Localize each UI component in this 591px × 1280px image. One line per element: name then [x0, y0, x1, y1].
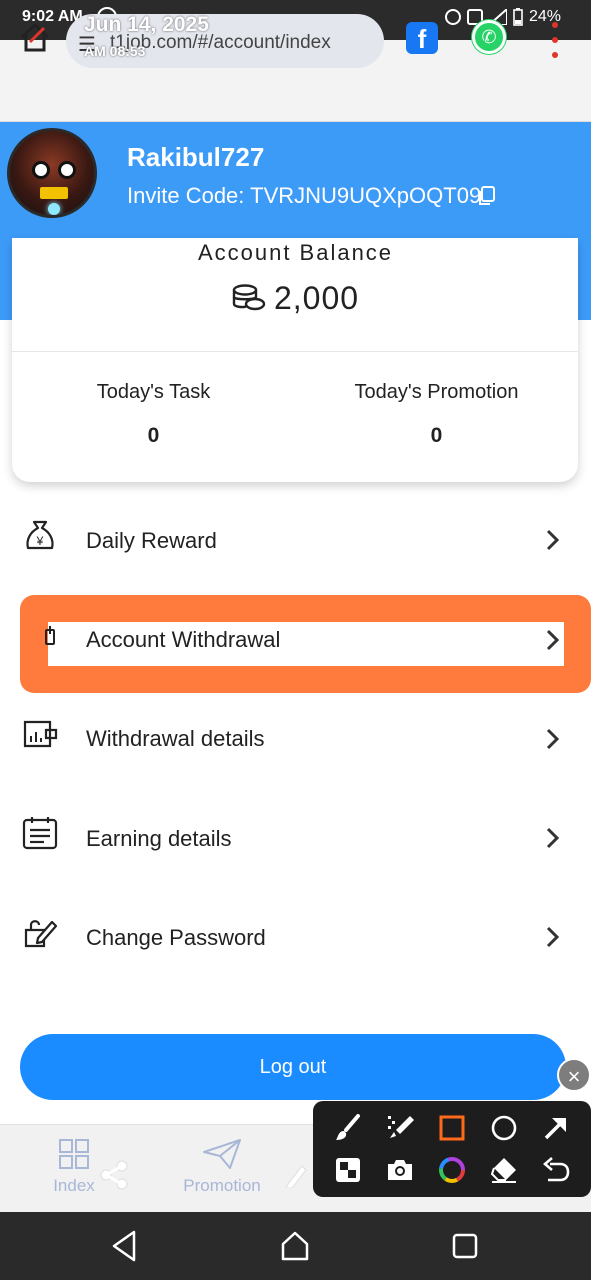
- home-nav-icon[interactable]: [279, 1228, 311, 1264]
- tab-label-index: Index: [53, 1176, 95, 1195]
- logout-button[interactable]: Log out: [20, 1034, 566, 1100]
- share-icon[interactable]: [100, 1160, 128, 1190]
- menu-label-daily-reward: Daily Reward: [86, 528, 217, 553]
- paper-plane-icon: [203, 1139, 241, 1169]
- grid-icon: [59, 1139, 89, 1169]
- menu-label-withdrawal-details: Withdrawal details: [86, 726, 265, 751]
- chevron-right-icon: [546, 926, 560, 948]
- home-icon[interactable]: [18, 20, 52, 54]
- balance-value: 2,000: [273, 280, 360, 316]
- card-divider: [12, 351, 578, 352]
- chevron-right-icon: [546, 629, 560, 651]
- menu-label-change-password: Change Password: [86, 925, 266, 950]
- balance-amount: 2,000: [0, 280, 591, 317]
- tab-label-promotion: Promotion: [183, 1176, 261, 1195]
- undo-icon[interactable]: [542, 1156, 570, 1184]
- tab-promotion[interactable]: Promotion: [162, 1138, 282, 1196]
- todays-task-label: Today's Task: [96, 381, 211, 403]
- battery-icon: [513, 8, 523, 26]
- status-icons: 24%: [444, 8, 561, 26]
- chevron-right-icon: [546, 827, 560, 849]
- wallet-icon: [23, 720, 58, 748]
- username: Rakibul727: [127, 142, 265, 172]
- menu-label-account-withdrawal: Account Withdrawal: [86, 627, 281, 652]
- mosaic-icon[interactable]: [334, 1156, 362, 1184]
- invite-label: Invite Code:: [127, 183, 251, 208]
- todays-promotion-label: Today's Promotion: [354, 381, 519, 403]
- screen: 9:02 AM ● 24% ☰ t1job.com/#/account/inde…: [0, 0, 591, 1280]
- todays-task-value: 0: [147, 424, 160, 447]
- svg-text:¥: ¥: [36, 534, 44, 548]
- marker-icon[interactable]: [386, 1114, 414, 1142]
- chevron-right-icon: [546, 728, 560, 750]
- withdraw-icon: [45, 626, 55, 645]
- invite-code: Invite Code: TVRJNU9UQXpOQT09: [127, 183, 481, 209]
- rectangle-icon[interactable]: [438, 1114, 466, 1142]
- menu-label-earning-details: Earning details: [86, 826, 232, 851]
- avatar: [7, 128, 97, 218]
- overflow-menu-icon[interactable]: [548, 22, 562, 58]
- chevron-right-icon: [546, 529, 560, 551]
- circle-icon[interactable]: [490, 1114, 518, 1142]
- whatsapp-icon[interactable]: ✆: [472, 20, 506, 54]
- invite-code-value: TVRJNU9UQXpOQT09: [250, 183, 482, 208]
- pen-icon[interactable]: [284, 1160, 308, 1188]
- camera-icon[interactable]: [386, 1156, 414, 1184]
- copy-icon[interactable]: [477, 186, 495, 206]
- recents-icon[interactable]: [449, 1228, 481, 1264]
- back-icon[interactable]: [108, 1228, 140, 1264]
- alarm-icon: [444, 9, 461, 25]
- balance-title: Account Balance: [197, 240, 394, 265]
- money-bag-icon: ¥: [26, 520, 54, 550]
- brush-icon[interactable]: [334, 1114, 362, 1142]
- close-icon[interactable]: ×: [557, 1058, 591, 1092]
- edit-lock-icon: [24, 920, 58, 948]
- timestamp-overlay-time: AM 08:53: [84, 43, 146, 59]
- calendar-list-icon: [22, 817, 58, 850]
- todays-promotion-value: 0: [430, 424, 443, 447]
- timestamp-overlay-date: Jun 14, 2025: [84, 13, 209, 36]
- coins-icon: [232, 284, 266, 311]
- color-wheel-icon[interactable]: [438, 1156, 466, 1184]
- arrow-icon[interactable]: [542, 1114, 570, 1142]
- facebook-icon[interactable]: f: [406, 22, 438, 54]
- eraser-icon[interactable]: [490, 1156, 518, 1184]
